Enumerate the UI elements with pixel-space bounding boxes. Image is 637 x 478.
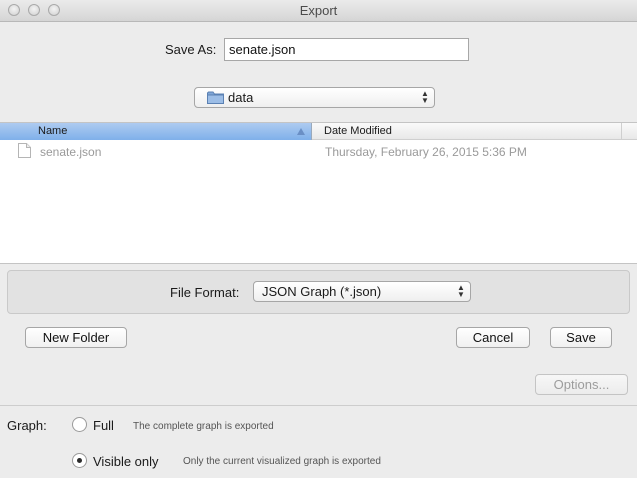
new-folder-button[interactable]: New Folder <box>25 327 127 348</box>
save-as-input[interactable] <box>224 38 469 61</box>
radio-full-label[interactable]: Full <box>93 418 114 433</box>
location-popup-label: data <box>228 90 254 105</box>
column-header-filler <box>622 123 637 140</box>
location-popup[interactable]: data ▲ ▼ <box>194 87 435 108</box>
column-header-name-label: Name <box>38 125 68 137</box>
radio-full-description: The complete graph is exported <box>133 421 274 432</box>
title-bar: Export <box>0 0 637 22</box>
file-row[interactable]: senate.json Thursday, February 26, 2015 … <box>0 142 637 160</box>
file-date-modified: Thursday, February 26, 2015 5:36 PM <box>325 145 527 159</box>
file-name: senate.json <box>40 145 102 159</box>
export-dialog: Export Save As: data ▲▼ Name Date Modifi… <box>0 0 637 478</box>
radio-visible-only-label[interactable]: Visible only <box>93 454 159 469</box>
file-format-label: File Format: <box>170 285 240 300</box>
radio-full[interactable] <box>72 417 87 432</box>
column-header-name[interactable]: Name <box>0 123 312 140</box>
file-format-popup[interactable]: JSON Graph (*.json) ▲ ▼ <box>253 281 471 302</box>
folder-icon <box>207 91 224 104</box>
document-icon <box>18 143 31 158</box>
radio-visible-only[interactable] <box>72 453 87 468</box>
column-header-date-modified[interactable]: Date Modified <box>312 123 622 140</box>
file-format-value: JSON Graph (*.json) <box>262 284 382 299</box>
file-list[interactable]: Name Date Modified senate.json Thursday,… <box>0 122 637 264</box>
window-title: Export <box>299 3 338 18</box>
radio-selected-dot <box>77 458 82 463</box>
updown-arrows-icon: ▲ ▼ <box>457 283 465 299</box>
save-as-label: Save As: <box>165 42 217 57</box>
graph-label: Graph: <box>7 418 47 433</box>
column-header-date-label: Date Modified <box>324 125 392 137</box>
format-panel: File Format: JSON Graph (*.json) ▲ ▼ <box>7 270 630 314</box>
updown-arrows-icon: ▲ ▼ <box>421 89 429 105</box>
sort-ascending-icon <box>297 128 305 135</box>
radio-visible-only-description: Only the current visualized graph is exp… <box>183 456 381 467</box>
save-button[interactable]: Save <box>550 327 612 348</box>
cancel-button[interactable]: Cancel <box>456 327 530 348</box>
options-button[interactable]: Options... <box>535 374 628 395</box>
